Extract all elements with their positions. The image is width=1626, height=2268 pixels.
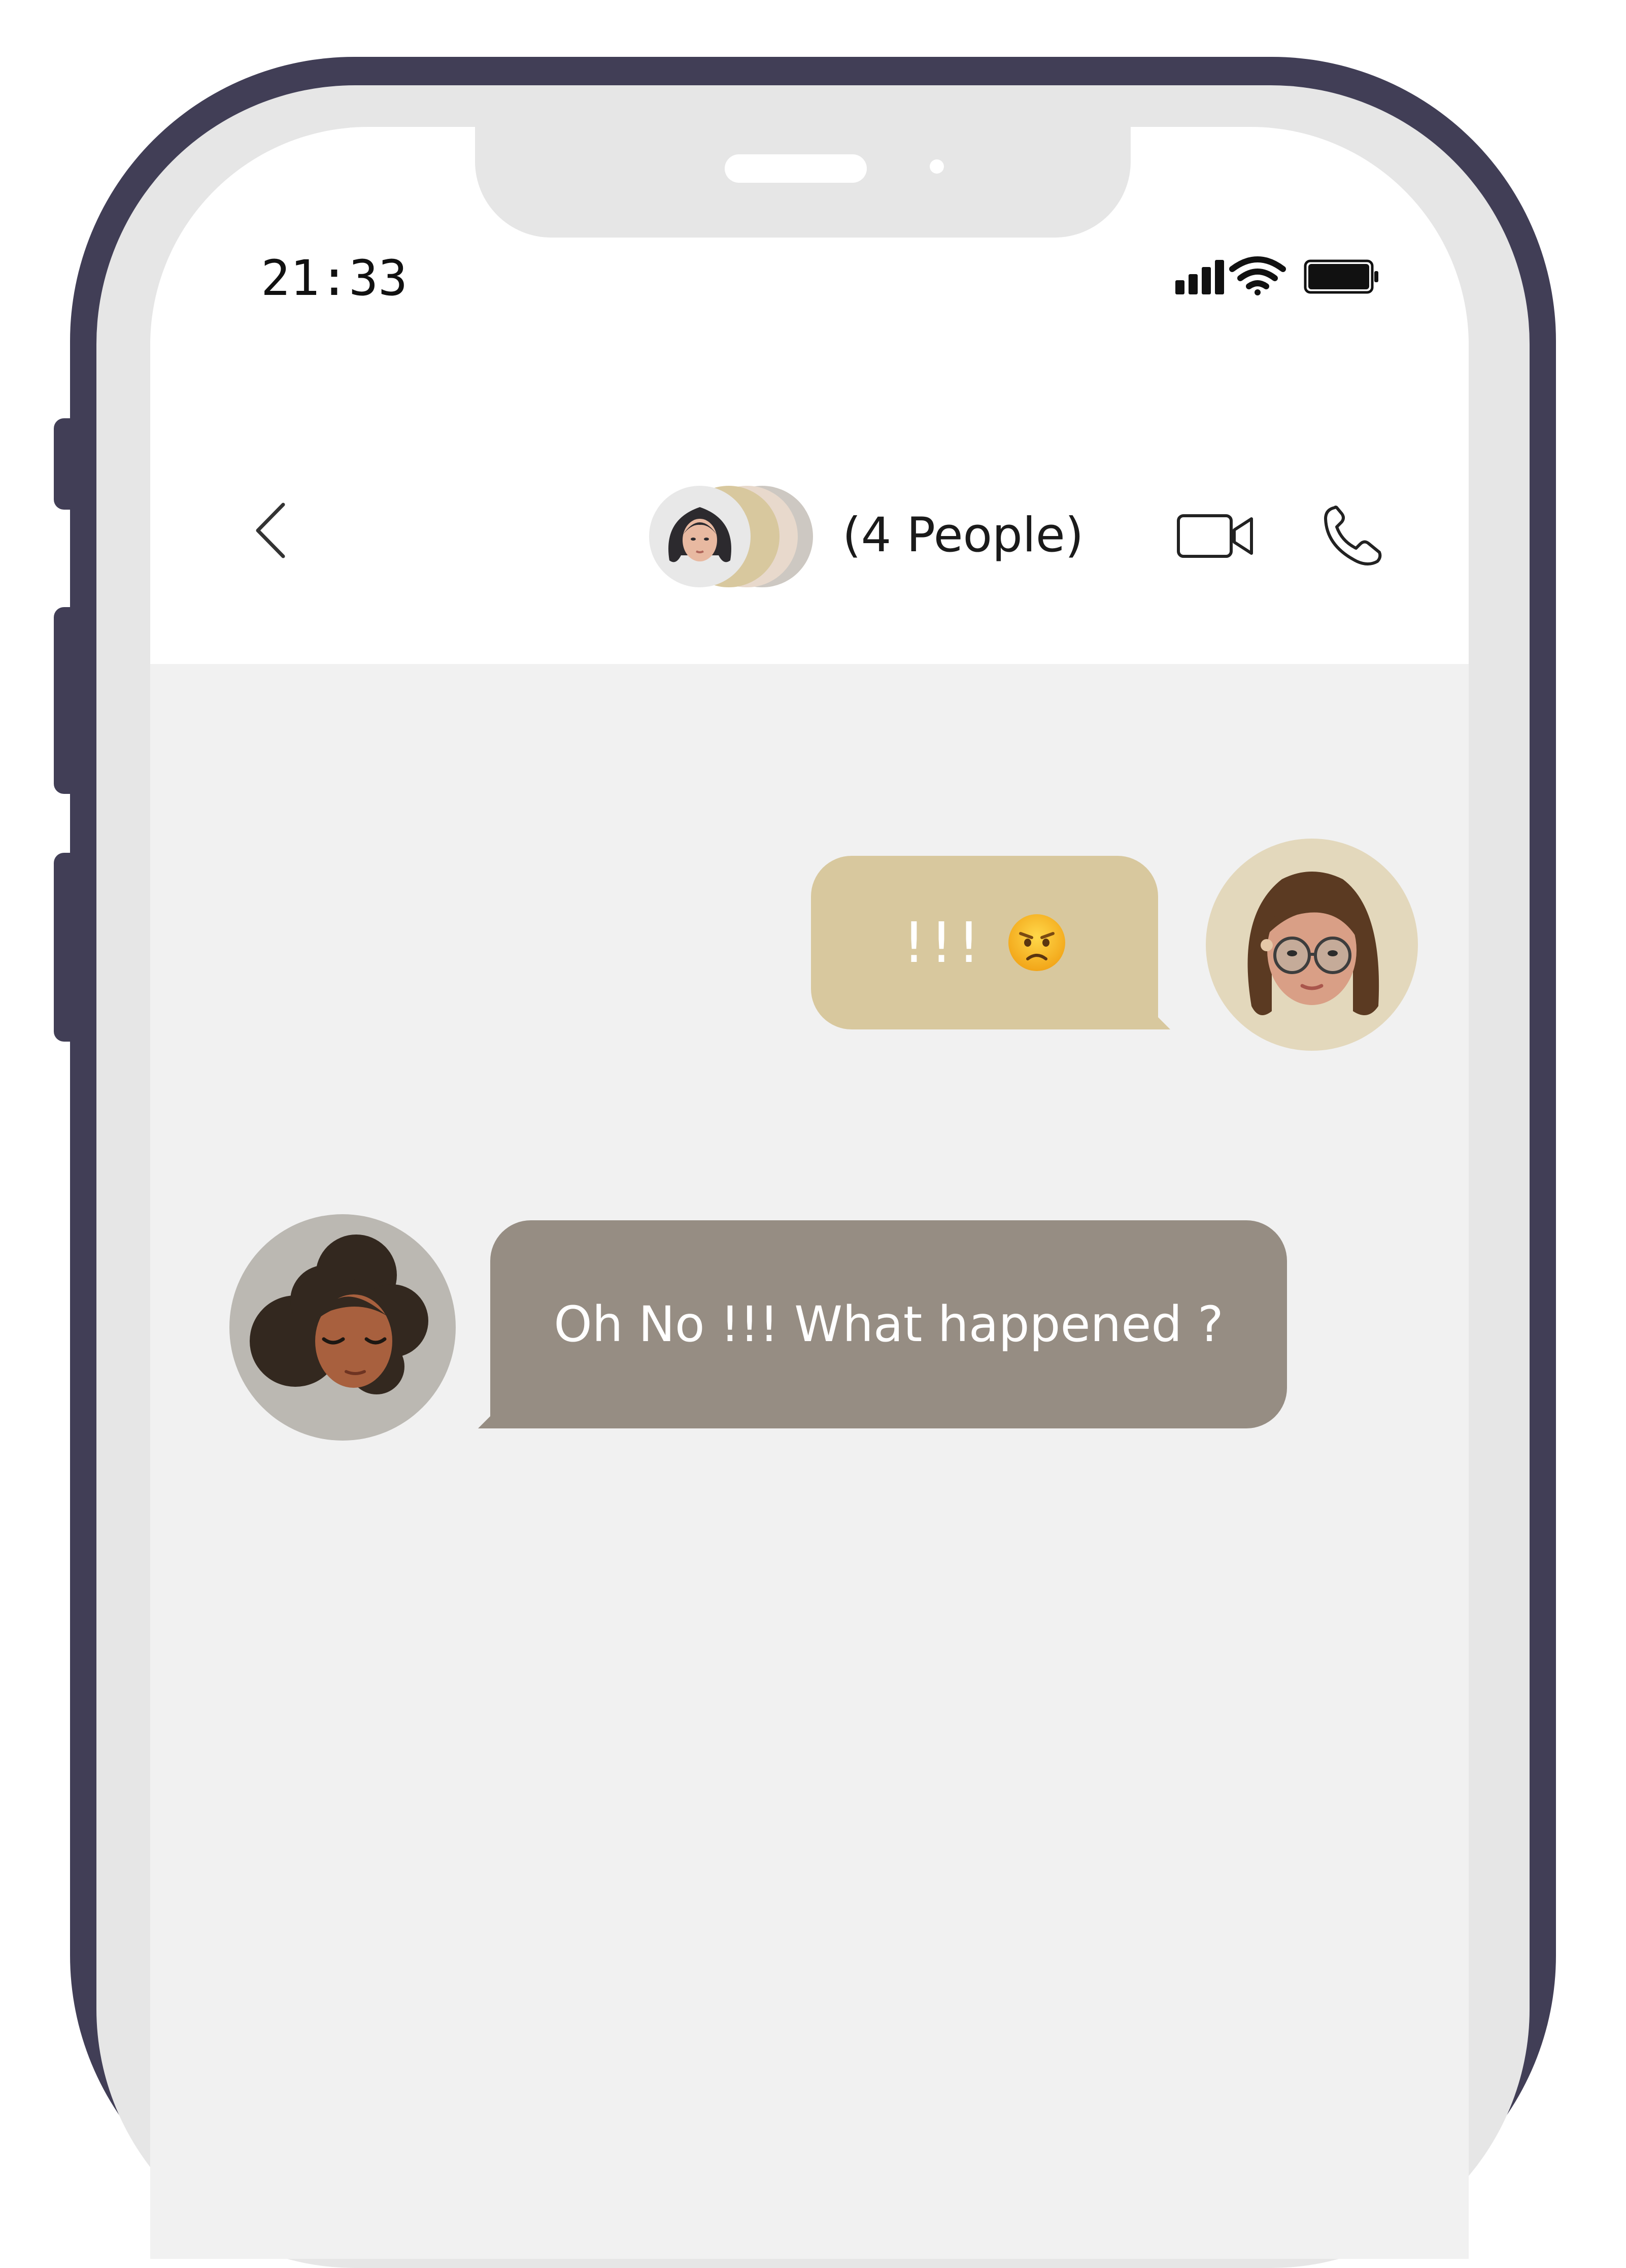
speaker-grille bbox=[725, 154, 867, 183]
outgoing-message-bubble[interactable]: !!! bbox=[811, 856, 1170, 1029]
bubble-tail bbox=[478, 1404, 502, 1428]
back-button[interactable] bbox=[244, 497, 299, 563]
group-avatar-main bbox=[649, 486, 751, 587]
video-camera-icon bbox=[1177, 514, 1253, 558]
chevron-left-icon bbox=[256, 503, 285, 558]
group-title[interactable]: (4 People) bbox=[842, 503, 1083, 569]
status-icons bbox=[1175, 254, 1388, 305]
angry-face-emoji-icon bbox=[1008, 914, 1066, 971]
bubble-tail bbox=[1146, 1005, 1170, 1029]
phone-icon bbox=[1324, 506, 1382, 565]
signal-icon bbox=[1175, 260, 1224, 294]
front-camera bbox=[930, 159, 944, 174]
incoming-message-bubble[interactable]: Oh No !!! What happened ? bbox=[478, 1220, 1287, 1428]
sender-avatar[interactable] bbox=[1206, 839, 1418, 1051]
phone-screen bbox=[150, 127, 1469, 2259]
battery-icon bbox=[1304, 259, 1378, 294]
group-avatar-stack[interactable] bbox=[648, 484, 815, 589]
message-text: !!! bbox=[902, 910, 986, 975]
contact-avatar[interactable] bbox=[229, 1214, 456, 1441]
message-text: Oh No !!! What happened ? bbox=[554, 1296, 1224, 1353]
video-call-button[interactable] bbox=[1176, 511, 1256, 561]
wifi-icon bbox=[1229, 256, 1286, 295]
voice-call-button[interactable] bbox=[1322, 503, 1384, 569]
status-time: 21:33 bbox=[261, 250, 408, 307]
